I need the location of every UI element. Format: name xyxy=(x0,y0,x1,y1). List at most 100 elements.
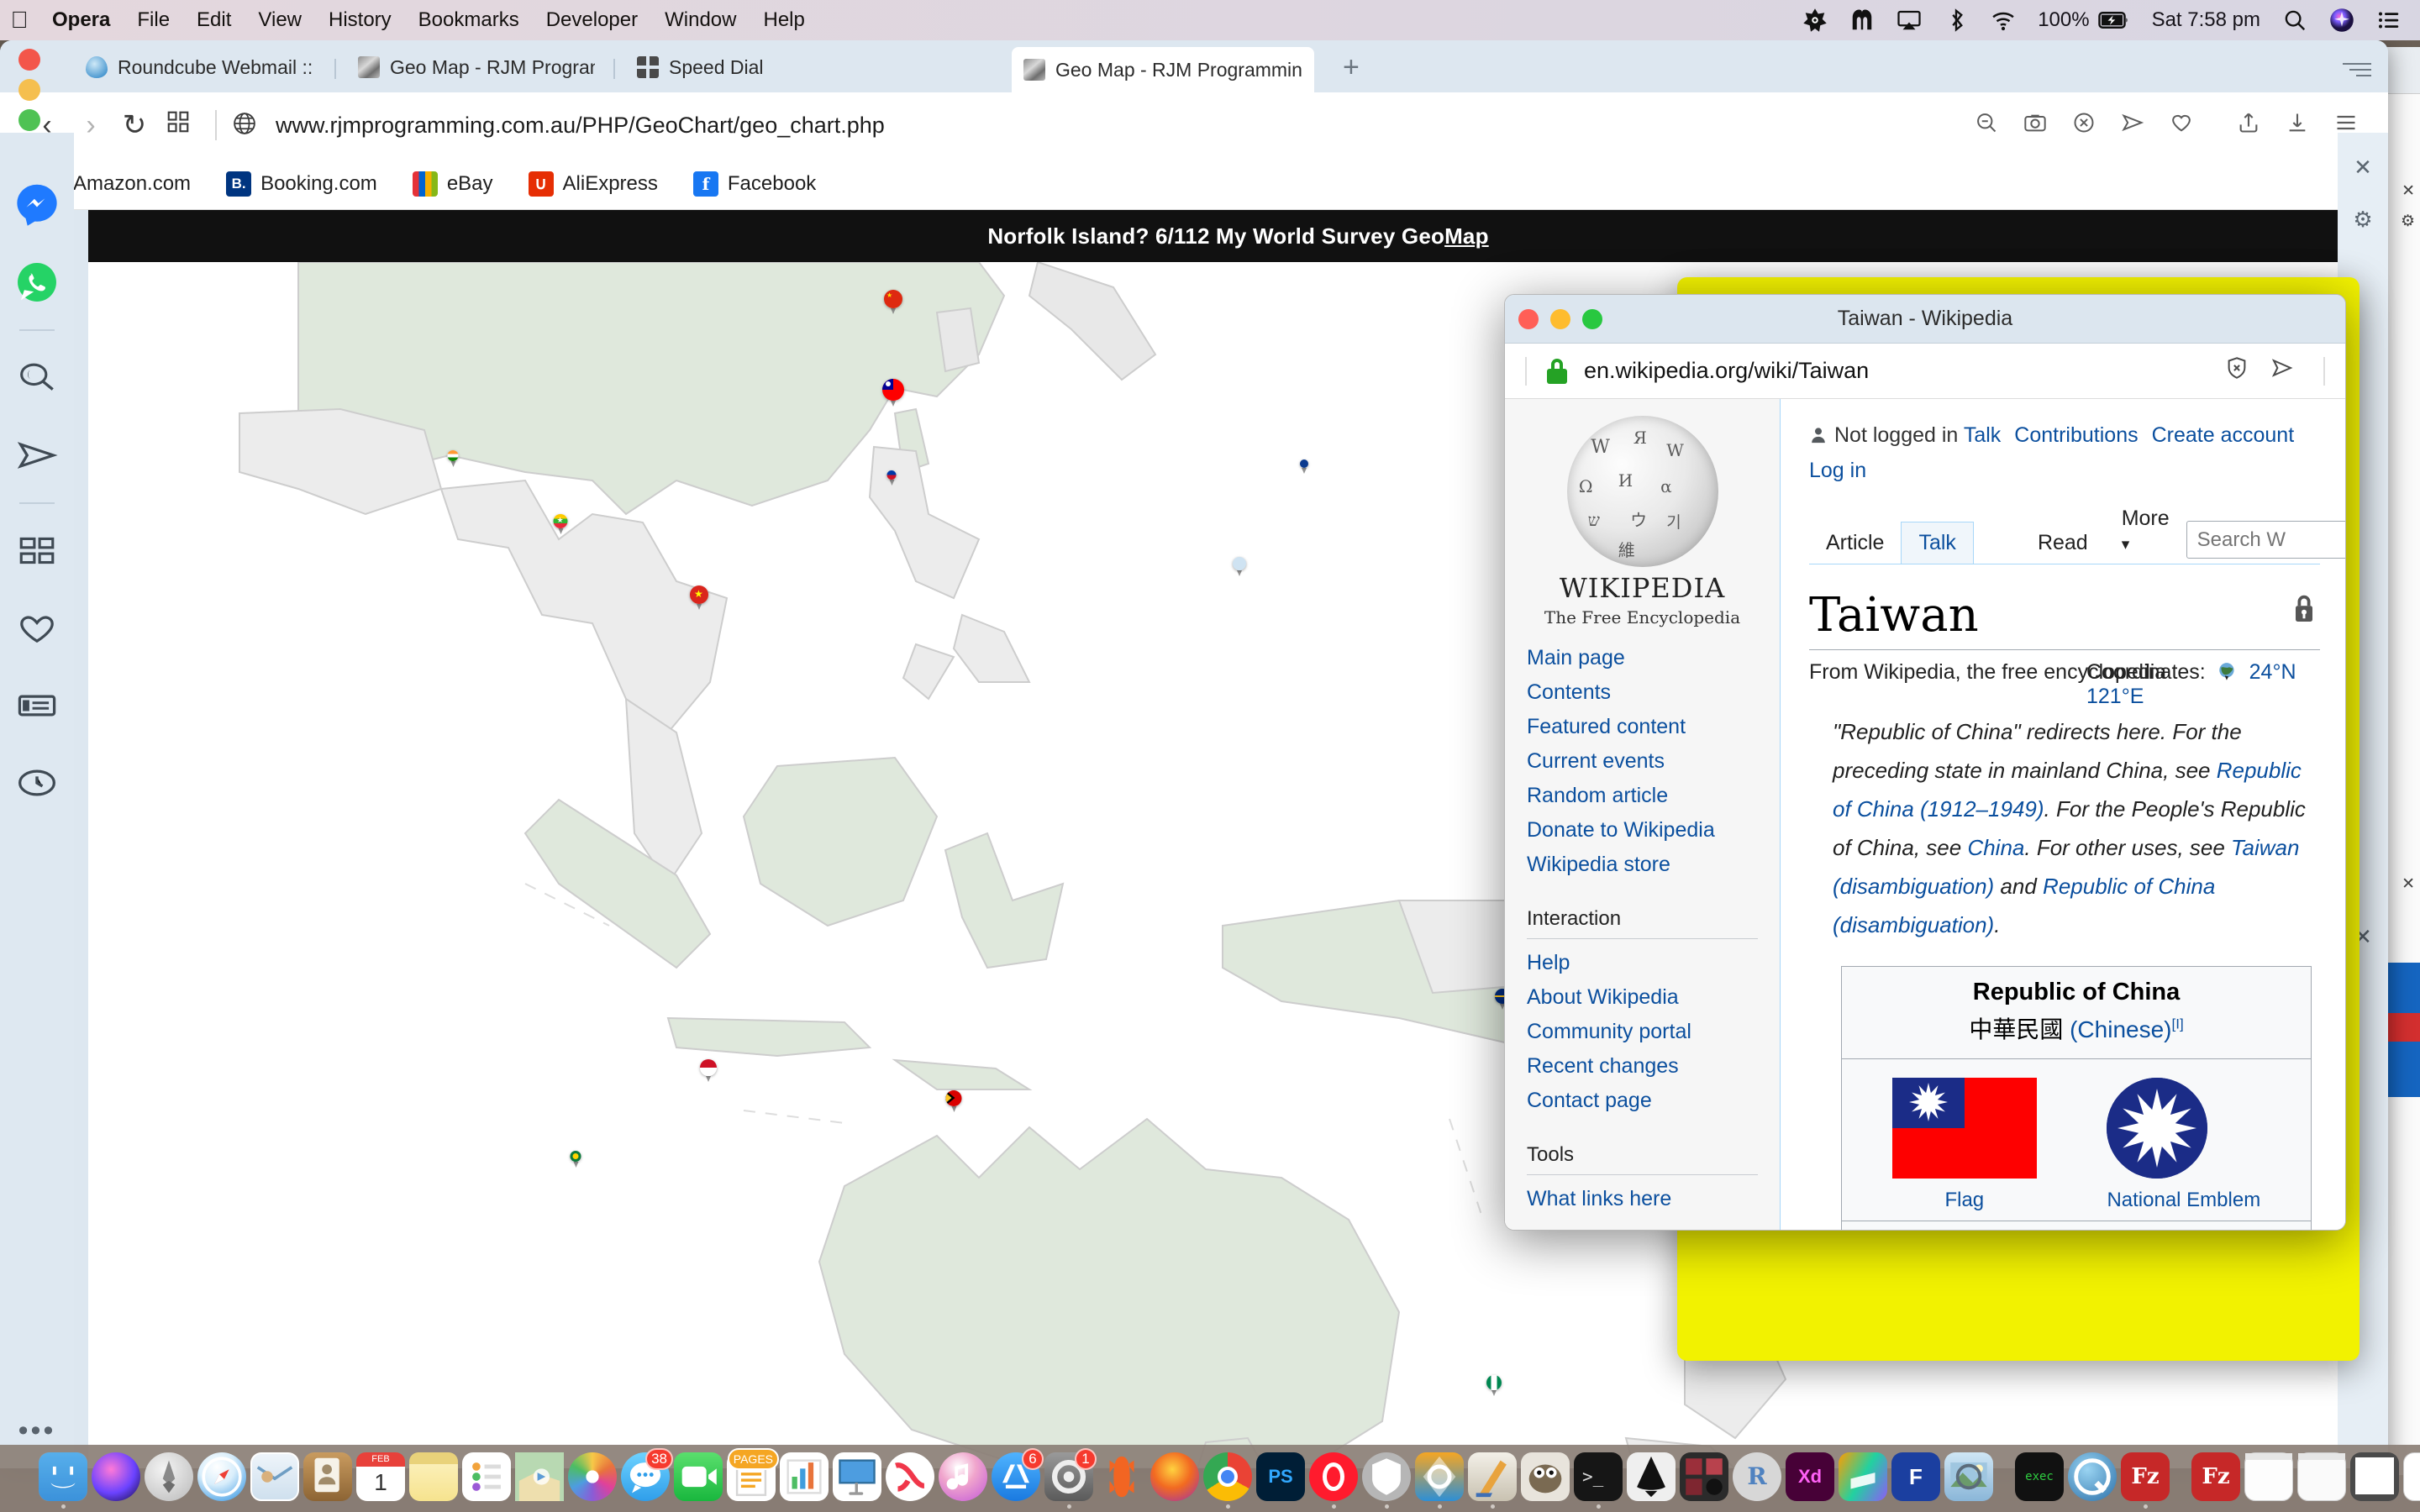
infobox-native-lang-link[interactable]: (Chinese) xyxy=(2070,1016,2171,1042)
bookmark-ebay[interactable]: eBay xyxy=(399,168,507,200)
dock-item-opera[interactable] xyxy=(1097,1452,1146,1509)
dock-item-safari[interactable] xyxy=(197,1452,246,1509)
send-icon[interactable] xyxy=(2270,355,2295,386)
whatsapp-icon[interactable] xyxy=(13,259,60,306)
coordinates-block[interactable]: Coordinates: 24°N 121°E xyxy=(2086,660,2320,709)
browser-tab-geomap-active[interactable]: Geo Map - RJM Programming xyxy=(1012,47,1314,92)
menu-item-opera[interactable]: Opera xyxy=(39,8,124,32)
dock-item-maps[interactable] xyxy=(515,1452,564,1509)
map-pin-india[interactable] xyxy=(447,450,459,467)
dock-item-adobe-xd[interactable]: Xd xyxy=(1786,1452,1834,1509)
nav-link-random-article[interactable]: Random article xyxy=(1527,779,1780,813)
userbar-link-talk[interactable]: Talk xyxy=(1964,423,2001,447)
dock-item-itunes[interactable] xyxy=(939,1452,987,1509)
search-icon[interactable] xyxy=(13,354,60,402)
dock-item-facetime[interactable] xyxy=(674,1452,723,1509)
dock-item-finder[interactable] xyxy=(39,1452,87,1509)
nav-link-donate[interactable]: Donate to Wikipedia xyxy=(1527,813,1780,848)
apple-menu-icon[interactable]:  xyxy=(0,8,39,32)
dock-item-gimp[interactable] xyxy=(1521,1452,1570,1509)
dock-item-lightroom[interactable] xyxy=(1680,1452,1728,1509)
dock-item-calendar[interactable]: FEB 1 xyxy=(356,1452,405,1509)
dock-item-numbers[interactable] xyxy=(780,1452,829,1509)
userbar-link-log-in[interactable]: Log in xyxy=(1809,459,1866,482)
settings-gear-icon[interactable]: ⚙ xyxy=(2349,205,2377,234)
nav-link-contents[interactable]: Contents xyxy=(1527,675,1780,710)
clock-label[interactable]: Sat 7:58 pm xyxy=(2152,8,2260,32)
nav-link-about[interactable]: About Wikipedia xyxy=(1527,980,1780,1015)
close-panel-icon[interactable]: ✕ xyxy=(2349,153,2377,181)
dock-item-messages[interactable]: 38 xyxy=(621,1448,673,1509)
dock-item-siri[interactable] xyxy=(92,1452,140,1509)
dock-item-system-preferences[interactable]: 1 xyxy=(1044,1448,1097,1509)
wifi-icon[interactable] xyxy=(1991,8,2016,33)
tab-talk[interactable]: Talk xyxy=(1901,522,1974,564)
wikipedia-logo[interactable]: W Я W Ω И α ש ウ 기 維 WIKIPEDIA The Free E… xyxy=(1529,416,1756,627)
dock-item-photos[interactable] xyxy=(568,1452,617,1509)
flag-caption[interactable]: Flag xyxy=(1892,1189,2037,1212)
dock-item-brave[interactable] xyxy=(1362,1452,1411,1509)
tab-read[interactable]: Read xyxy=(2021,522,2105,564)
dock-item-mail[interactable] xyxy=(250,1452,299,1509)
nav-link-contact-page[interactable]: Contact page xyxy=(1527,1084,1780,1118)
malware-m-icon[interactable] xyxy=(1849,8,1875,33)
dock-item-filezilla-1[interactable]: Fz xyxy=(2121,1452,2170,1509)
national-emblem-roc-icon[interactable] xyxy=(2107,1078,2208,1179)
browser-tab-roundcube[interactable]: Roundcube Webmail :: Welco xyxy=(74,47,326,87)
map-pin-indonesia[interactable] xyxy=(700,1059,717,1082)
ad-block-icon[interactable] xyxy=(2072,111,2096,140)
map-pin-china[interactable]: ★ xyxy=(884,290,902,314)
speed-dial-icon[interactable] xyxy=(156,109,200,142)
nav-link-community-portal[interactable]: Community portal xyxy=(1527,1015,1780,1049)
tab-article[interactable]: Article xyxy=(1809,522,1901,564)
dock-item-window-white[interactable] xyxy=(2403,1452,2420,1509)
zoom-out-icon[interactable] xyxy=(1975,111,1998,140)
hatnote-link-china[interactable]: China xyxy=(1967,835,2024,860)
snapshot-camera-icon[interactable] xyxy=(2023,111,2047,140)
page-title-map-link[interactable]: Map xyxy=(1444,223,1489,249)
dock-item-filezilla-2[interactable]: Fz xyxy=(2191,1452,2240,1509)
dock-item-app-store[interactable]: 6 xyxy=(992,1448,1044,1509)
dock-item-launchpad[interactable] xyxy=(145,1452,193,1509)
more-dots-icon[interactable]: ••• xyxy=(18,1416,56,1445)
userbar-link-contributions[interactable]: Contributions xyxy=(2014,423,2138,447)
map-pin-taiwan[interactable] xyxy=(882,379,904,407)
menu-item-file[interactable]: File xyxy=(124,8,183,32)
menu-item-view[interactable]: View xyxy=(245,8,315,32)
dock-item-pages[interactable]: PAGES xyxy=(727,1448,779,1509)
flag-roc-icon[interactable] xyxy=(1891,1078,2037,1179)
window-controls[interactable] xyxy=(18,40,44,139)
map-pin-vietnam[interactable]: ★ xyxy=(690,585,708,610)
telegram-send-icon[interactable] xyxy=(13,432,60,479)
nav-link-store[interactable]: Wikipedia store xyxy=(1527,848,1780,882)
map-pin-cocos-islands[interactable] xyxy=(570,1151,581,1168)
tab-menu-icon[interactable] xyxy=(2341,59,2371,77)
history-clock-icon[interactable] xyxy=(13,759,60,806)
dock-item-exec[interactable]: exec xyxy=(2015,1452,2064,1509)
dock-item-preview[interactable] xyxy=(1944,1452,1993,1509)
battery-icon[interactable] xyxy=(2097,8,2130,33)
dock-item-inkscape[interactable] xyxy=(1627,1452,1676,1509)
spotlight-search-icon[interactable] xyxy=(2282,8,2307,33)
bookmark-booking[interactable]: B. Booking.com xyxy=(213,168,391,200)
bookmark-facebook[interactable]: f Facebook xyxy=(680,168,829,200)
dock-item-photoshop[interactable]: PS xyxy=(1256,1452,1305,1509)
dock-item-window-tablet[interactable] xyxy=(2350,1452,2399,1509)
browser-tab-geomap-1[interactable]: Geo Map - RJM Programming xyxy=(346,47,607,87)
dock-item-terminal[interactable]: >_ xyxy=(1574,1452,1623,1509)
userbar-link-create-account[interactable]: Create account xyxy=(2152,423,2295,447)
maximize-window-button[interactable] xyxy=(1582,308,1602,329)
dock-item-vivaldi[interactable] xyxy=(1415,1452,1464,1509)
semi-protected-padlock-icon[interactable] xyxy=(2291,593,2317,625)
menu-item-edit[interactable]: Edit xyxy=(183,8,245,32)
map-pin-norfolk-island[interactable] xyxy=(1486,1375,1502,1396)
close-window-button[interactable] xyxy=(1518,308,1539,329)
airplay-icon[interactable] xyxy=(1897,8,1922,33)
map-pin-philippines[interactable] xyxy=(886,470,897,486)
send-icon[interactable] xyxy=(2121,111,2144,140)
news-icon[interactable] xyxy=(13,682,60,729)
new-tab-button[interactable]: + xyxy=(1343,53,1360,81)
dock-item-notes[interactable] xyxy=(409,1452,458,1509)
wikipedia-popup-window[interactable]: Taiwan - Wikipedia en.wikipedia.org/wiki… xyxy=(1504,294,2346,1231)
menu-item-bookmarks[interactable]: Bookmarks xyxy=(405,8,533,32)
